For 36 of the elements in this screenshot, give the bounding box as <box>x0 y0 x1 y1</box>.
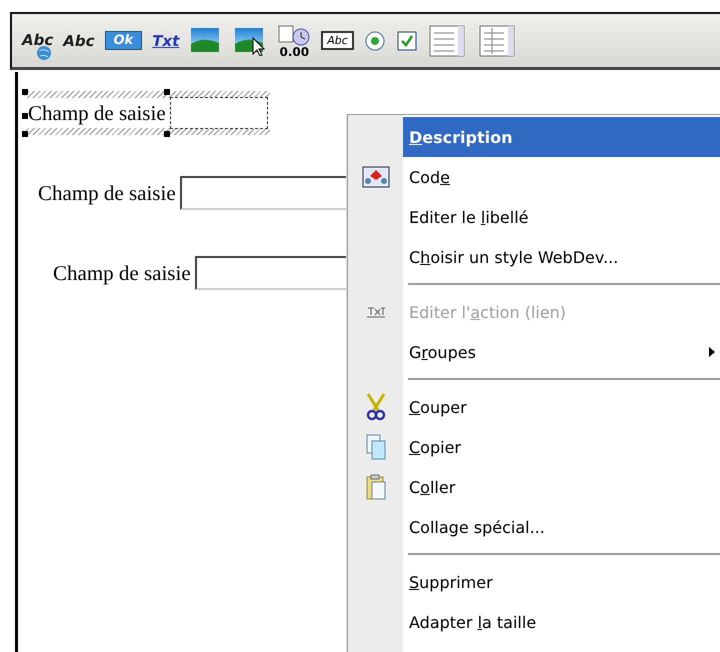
radio-tool-button[interactable] <box>364 30 386 52</box>
resize-handle[interactable] <box>22 113 28 119</box>
checkbox-icon <box>396 30 418 52</box>
checkbox-tool-button[interactable] <box>396 30 418 52</box>
label-tool-button[interactable]: Abc <box>22 30 54 62</box>
radio-icon <box>364 30 386 52</box>
menu-item[interactable]: Coller <box>348 467 720 507</box>
menu-item[interactable]: Couper <box>348 387 720 427</box>
menu-item[interactable]: Adapter la taille <box>348 602 720 642</box>
calendar-clock-icon <box>277 24 312 46</box>
menu-item[interactable]: Groupes <box>348 332 720 372</box>
copy-icon <box>364 433 386 461</box>
text-tool-button[interactable]: Abc <box>63 32 94 50</box>
menu-item[interactable]: Copier <box>348 427 720 467</box>
menu-item[interactable]: Supprimer <box>348 562 720 602</box>
paste-icon <box>364 473 386 501</box>
field-tool-button[interactable]: Abc <box>321 31 354 50</box>
resize-handle[interactable] <box>164 131 170 137</box>
scissors-icon <box>364 392 386 422</box>
selected-field-control[interactable]: Champ de saisie <box>24 91 270 135</box>
globe-icon <box>36 44 52 60</box>
menu-item[interactable]: Collage spécial... <box>348 507 720 547</box>
code-icon <box>360 164 390 190</box>
submenu-arrow-icon <box>708 346 716 358</box>
image-tool-button[interactable] <box>233 26 268 56</box>
resize-handle[interactable] <box>22 89 28 95</box>
date-tool-button[interactable]: 0.00 <box>277 24 312 58</box>
menu-item[interactable]: Editer le libellé <box>348 197 720 237</box>
input-field[interactable] <box>170 97 268 129</box>
resize-handle[interactable] <box>22 131 28 137</box>
menu-item[interactable]: Choisir un style WebDev... <box>348 237 720 277</box>
menu-item[interactable]: Code <box>348 157 720 197</box>
text-link-icon <box>366 306 386 318</box>
image-pointer-icon <box>233 26 268 56</box>
resize-handle[interactable] <box>164 89 170 95</box>
link-tool-button[interactable]: Txt <box>152 32 180 50</box>
